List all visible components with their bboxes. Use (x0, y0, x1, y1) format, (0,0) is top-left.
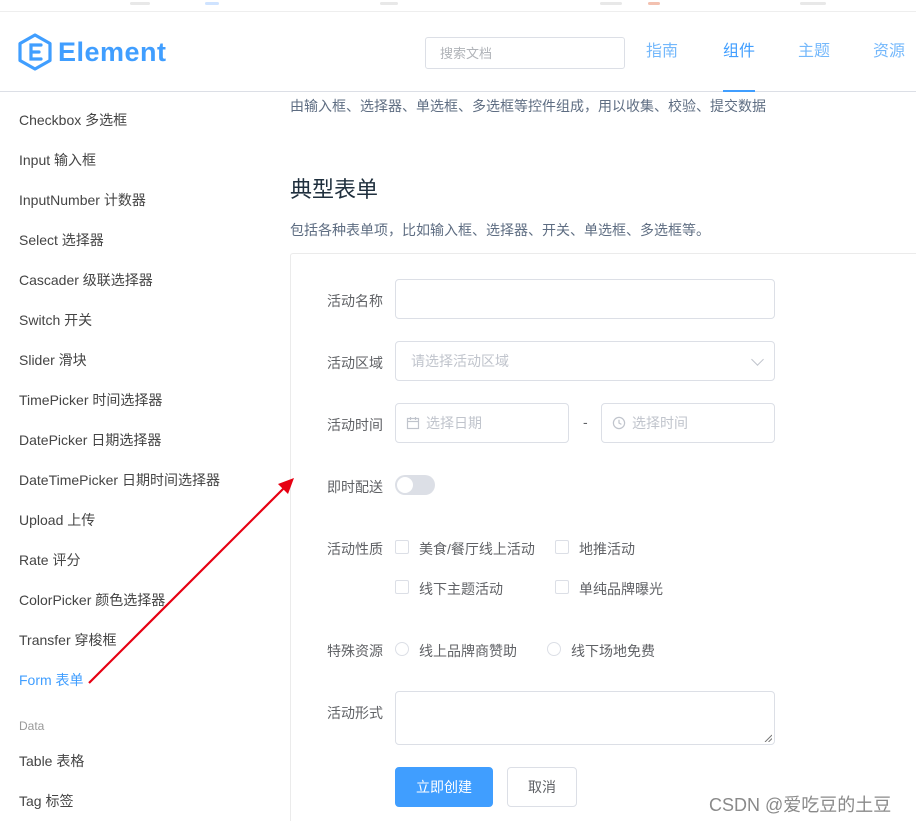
checkbox-brand-label: 单纯品牌曝光 (579, 581, 663, 597)
radio-venue[interactable] (547, 642, 561, 656)
section-description: 包括各种表单项，比如输入框、选择器、开关、单选框、多选框等。 (290, 222, 710, 238)
sidebar-item-timepicker[interactable]: TimePicker 时间选择器 (19, 390, 162, 410)
nav-guide[interactable]: 指南 (646, 12, 678, 92)
type-label: 活动性质 (327, 541, 383, 557)
name-input[interactable] (395, 279, 775, 319)
main-content: 由输入框、选择器、单选框、多选框等控件组成，用以收集、校验、提交数据 典型表单 … (290, 92, 916, 821)
radio-sponsor[interactable] (395, 642, 409, 656)
top-strip (0, 0, 916, 12)
name-label: 活动名称 (327, 293, 383, 309)
delivery-switch[interactable] (395, 475, 435, 495)
checkbox-ground-label: 地推活动 (579, 541, 635, 557)
resource-label: 特殊资源 (327, 643, 383, 659)
sidebar-item-tag[interactable]: Tag 标签 (19, 791, 73, 811)
time-picker[interactable]: 选择时间 (601, 403, 775, 443)
logo[interactable]: Element (18, 32, 167, 72)
sidebar: Checkbox 多选框 Input 输入框 InputNumber 计数器 S… (0, 92, 270, 821)
sidebar-item-input[interactable]: Input 输入框 (19, 150, 96, 170)
sidebar-item-form[interactable]: Form 表单 (19, 670, 84, 690)
radio-venue-label: 线下场地免费 (571, 643, 655, 659)
time-placeholder: 选择时间 (632, 415, 688, 431)
region-placeholder: 请选择活动区域 (411, 353, 509, 369)
checkbox-online-label: 美食/餐厅线上活动 (419, 541, 535, 557)
sidebar-item-transfer[interactable]: Transfer 穿梭框 (19, 630, 117, 650)
logo-text: Element (58, 36, 167, 67)
radio-sponsor-label: 线上品牌商赞助 (419, 643, 517, 659)
sidebar-item-datepicker[interactable]: DatePicker 日期选择器 (19, 430, 161, 450)
desc-textarea[interactable] (395, 691, 775, 745)
sidebar-item-cascader[interactable]: Cascader 级联选择器 (19, 270, 153, 290)
time-label: 活动时间 (327, 417, 383, 433)
region-label: 活动区域 (327, 355, 383, 371)
region-select[interactable]: 请选择活动区域 (395, 341, 775, 381)
checkbox-ground[interactable] (555, 540, 569, 554)
sidebar-group-data: Data (19, 719, 45, 733)
sidebar-item-checkbox[interactable]: Checkbox 多选框 (19, 110, 127, 130)
checkbox-brand[interactable] (555, 580, 569, 594)
delivery-label: 即时配送 (327, 479, 383, 495)
date-picker[interactable]: 选择日期 (395, 403, 569, 443)
nav-theme[interactable]: 主题 (798, 12, 830, 92)
section-title: 典型表单 (290, 177, 379, 202)
sidebar-item-switch[interactable]: Switch 开关 (19, 310, 92, 330)
clock-icon (612, 416, 626, 430)
sidebar-item-table[interactable]: Table 表格 (19, 751, 84, 771)
cancel-button[interactable]: 取消 (507, 767, 577, 807)
calendar-icon (406, 417, 420, 430)
checkbox-offline-label: 线下主题活动 (419, 581, 503, 597)
chevron-down-icon (751, 353, 764, 366)
sidebar-item-rate[interactable]: Rate 评分 (19, 550, 80, 570)
sidebar-item-colorpicker[interactable]: ColorPicker 颜色选择器 (19, 590, 165, 610)
resize-handle-icon[interactable] (764, 734, 772, 742)
demo-block: 活动名称 活动区域 请选择活动区域 活动时间 选择日期 - 选择时间 即时配送 … (290, 253, 916, 821)
sidebar-item-select[interactable]: Select 选择器 (19, 230, 104, 250)
checkbox-online[interactable] (395, 540, 409, 554)
header: Element 指南 组件 主题 资源 (0, 12, 916, 92)
sidebar-item-upload[interactable]: Upload 上传 (19, 510, 95, 530)
watermark: CSDN @爱吃豆的土豆 (709, 795, 892, 815)
sidebar-item-datetimepicker[interactable]: DateTimePicker 日期时间选择器 (19, 470, 220, 490)
nav-resources[interactable]: 资源 (873, 12, 905, 92)
switch-knob (397, 477, 413, 493)
date-placeholder: 选择日期 (426, 415, 482, 431)
checkbox-offline[interactable] (395, 580, 409, 594)
desc-label: 活动形式 (327, 705, 383, 721)
page-intro: 由输入框、选择器、单选框、多选框等控件组成，用以收集、校验、提交数据 (290, 98, 766, 114)
sidebar-item-slider[interactable]: Slider 滑块 (19, 350, 87, 370)
search-input[interactable] (425, 37, 625, 69)
time-separator: - (583, 414, 588, 430)
nav-components[interactable]: 组件 (723, 12, 756, 92)
create-button[interactable]: 立即创建 (395, 767, 493, 807)
element-logo-icon (18, 33, 52, 71)
sidebar-item-inputnumber[interactable]: InputNumber 计数器 (19, 190, 146, 210)
